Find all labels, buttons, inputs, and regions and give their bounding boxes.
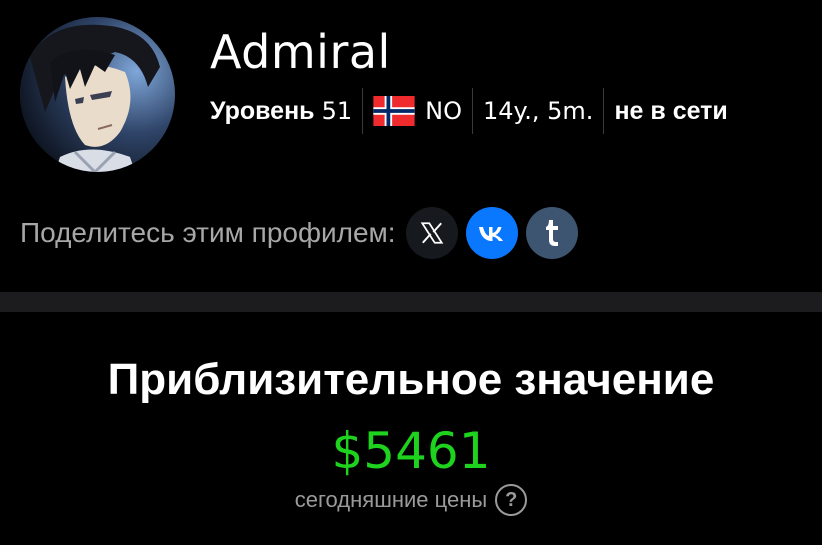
level-info: Уровень 51 (210, 88, 352, 134)
valuation-note: сегодняшние цены (294, 487, 488, 512)
x-share-button[interactable] (405, 207, 458, 259)
level-value: 51 (321, 97, 353, 125)
vk-share-button[interactable] (465, 207, 518, 259)
country-info: NO (373, 88, 462, 134)
meta-separator (471, 88, 473, 134)
meta-separator (362, 88, 364, 134)
anime-character-avatar (20, 17, 175, 172)
username: Admiral (210, 25, 391, 79)
status-text: не в сети (614, 96, 728, 125)
section-divider (0, 292, 822, 312)
level-label: Уровень (210, 96, 315, 125)
online-status: не в сети (614, 88, 727, 134)
valuation-title: Приблизительное значение (107, 355, 715, 404)
avatar[interactable] (20, 17, 175, 172)
share-label: Поделитесь этим профилем: (20, 217, 396, 248)
x-logo-icon (420, 222, 443, 244)
valuation-note-row: сегодняшние цены ? (0, 480, 822, 520)
profile-meta-row: Уровень 51 NO 14y., 5m. не в сети (210, 88, 728, 134)
valuation-amount: $5461 (331, 422, 491, 480)
meta-separator (603, 88, 605, 134)
norway-flag-icon (373, 96, 415, 126)
share-row: Поделитесь этим профилем: (20, 206, 578, 260)
tumblr-share-button[interactable] (525, 207, 578, 259)
tumblr-logo-icon (545, 220, 558, 246)
country-code: NO (425, 97, 462, 125)
account-age: 14y., 5m. (483, 88, 593, 134)
vk-logo-icon (478, 227, 503, 241)
account-age-value: 14y., 5m. (482, 97, 594, 125)
help-icon[interactable]: ? (495, 484, 528, 516)
